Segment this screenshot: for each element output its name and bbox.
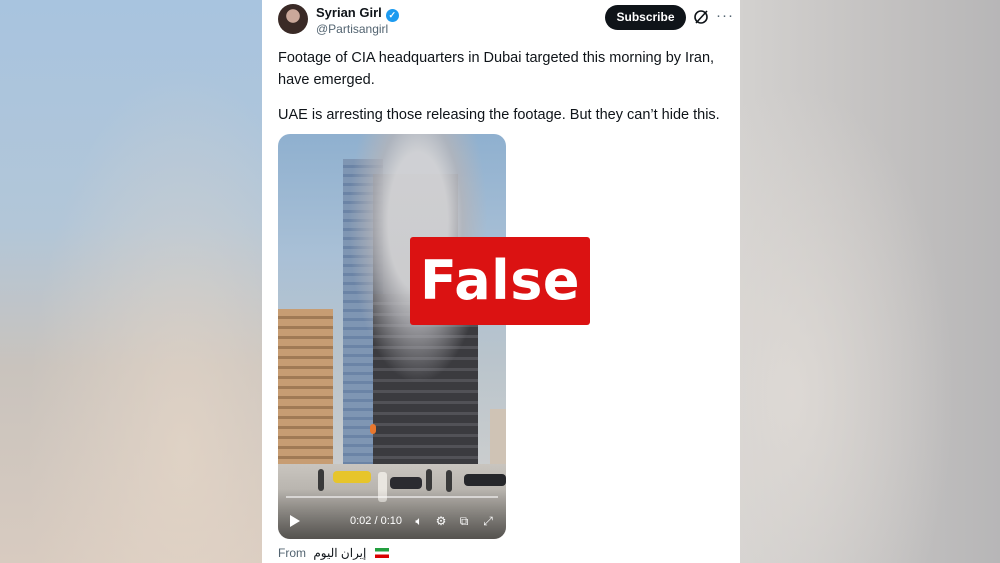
car	[390, 477, 422, 489]
person	[318, 469, 324, 491]
person	[426, 469, 432, 491]
verified-icon: ✓	[385, 9, 399, 22]
iran-flag-icon	[374, 548, 389, 558]
source-name[interactable]: إيران اليوم	[313, 546, 366, 560]
building-left	[278, 309, 333, 469]
false-label-badge: False	[410, 237, 590, 325]
more-options-icon[interactable]: ···	[716, 8, 734, 23]
fullscreen-icon[interactable]: ⤢	[481, 514, 495, 528]
subscribe-button[interactable]: Subscribe	[605, 5, 686, 30]
background-right	[740, 0, 1000, 563]
video-progress-bar[interactable]	[286, 496, 498, 498]
background-left	[0, 0, 262, 563]
video-time: 0:02 / 0:10	[350, 515, 402, 527]
from-label: From	[278, 546, 306, 560]
video-player[interactable]: 0:02 / 0:10 🔈︎ ⚙︎ ⧉ ⤢	[278, 134, 506, 539]
building-right	[490, 409, 506, 469]
picture-in-picture-icon[interactable]: ⧉	[457, 514, 471, 528]
volume-icon[interactable]: 🔈︎	[412, 514, 426, 528]
tweet-text-line2: UAE is arresting those releasing the foo…	[278, 107, 720, 123]
play-icon[interactable]	[290, 515, 300, 527]
car	[333, 471, 371, 483]
author-name-text: Syrian Girl	[316, 5, 382, 20]
tweet-text-line1: Footage of CIA headquarters in Dubai tar…	[278, 50, 715, 88]
attribution: From إيران اليوم	[278, 546, 389, 560]
car	[464, 474, 506, 486]
fire	[370, 424, 376, 434]
avatar[interactable]	[278, 4, 308, 34]
author-handle[interactable]: @Partisangirl	[316, 22, 388, 36]
settings-icon[interactable]: ⚙︎	[434, 514, 448, 528]
author-name[interactable]: Syrian Girl ✓	[316, 5, 399, 22]
grok-icon[interactable]	[692, 8, 710, 26]
